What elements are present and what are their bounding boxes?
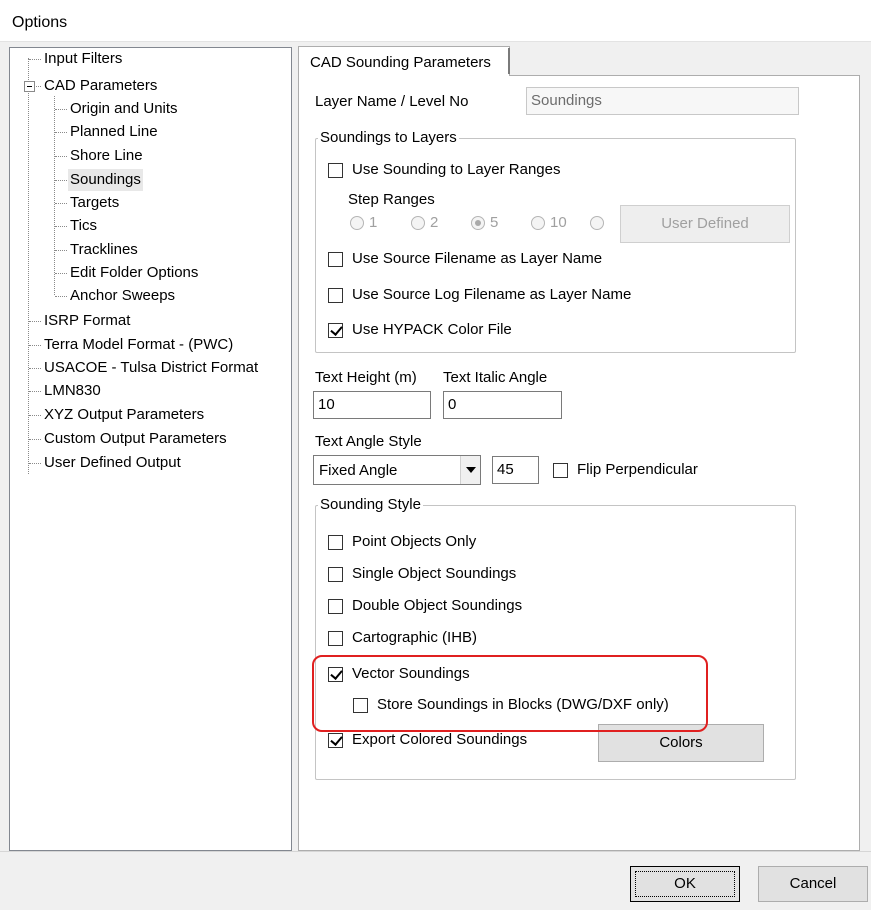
tree-item-tics[interactable]: Tics xyxy=(10,215,290,237)
tree-item-label: XYZ Output Parameters xyxy=(44,406,205,423)
vector-soundings-label: Vector Soundings xyxy=(352,665,470,682)
user-defined-button[interactable]: User Defined xyxy=(620,205,790,243)
tree-item-label: ISRP Format xyxy=(44,312,131,329)
vector-soundings-checkbox[interactable] xyxy=(328,667,343,682)
step-range-radio-2[interactable] xyxy=(411,216,425,230)
cartographic-label: Cartographic (IHB) xyxy=(352,629,478,646)
source-filename-label: Use Source Filename as Layer Name xyxy=(352,250,603,267)
store-blocks-checkbox[interactable] xyxy=(353,698,368,713)
hypack-color-label: Use HYPACK Color File xyxy=(352,321,512,338)
double-object-label: Double Object Soundings xyxy=(352,597,523,614)
text-height-field[interactable]: 10 xyxy=(313,391,431,419)
tree-item-label: Terra Model Format - (PWC) xyxy=(44,336,234,353)
tree-item-label: Shore Line xyxy=(70,147,143,164)
tree-item-terra-model-format[interactable]: Terra Model Format - (PWC) xyxy=(10,334,290,356)
tree-item-xyz-output[interactable]: XYZ Output Parameters xyxy=(10,404,290,426)
text-angle-style-value: Fixed Angle xyxy=(319,462,398,479)
point-objects-only-label: Point Objects Only xyxy=(352,533,477,550)
source-log-filename-label: Use Source Log Filename as Layer Name xyxy=(352,286,632,303)
single-object-label: Single Object Soundings xyxy=(352,565,517,582)
tree-item-label: Planned Line xyxy=(70,123,158,140)
tree-item-targets[interactable]: Targets xyxy=(10,192,290,214)
step-range-radio-10[interactable] xyxy=(531,216,545,230)
tree-item-input-filters[interactable]: Input Filters xyxy=(10,48,290,70)
tree-item-label: Targets xyxy=(70,194,120,211)
tree-item-anchor-sweeps[interactable]: Anchor Sweeps xyxy=(10,285,290,307)
tree-item-label: Soundings xyxy=(68,169,143,191)
tab-edge xyxy=(508,48,510,74)
angle-value-field[interactable]: 45 xyxy=(492,456,539,484)
double-object-checkbox[interactable] xyxy=(328,599,343,614)
text-italic-angle-label: Text Italic Angle xyxy=(443,369,548,386)
step-ranges-label: Step Ranges xyxy=(348,191,435,208)
layer-name-field[interactable]: Soundings xyxy=(526,87,799,115)
step-range-radio-1[interactable] xyxy=(350,216,364,230)
export-colored-checkbox[interactable] xyxy=(328,733,343,748)
point-objects-only-checkbox[interactable] xyxy=(328,535,343,550)
source-log-filename-checkbox[interactable] xyxy=(328,288,343,303)
tree-item-label: Tracklines xyxy=(70,241,138,258)
options-tree[interactable]: Input Filters CAD Parameters Origin and … xyxy=(9,47,292,851)
group-title-soundings-to-layers: Soundings to Layers xyxy=(318,129,459,146)
use-layer-ranges-checkbox[interactable] xyxy=(328,163,343,178)
tree-item-label: Origin and Units xyxy=(70,100,178,117)
tab-cad-sounding-parameters[interactable]: CAD Sounding Parameters xyxy=(298,46,510,76)
window-title: Options xyxy=(12,14,68,31)
tree-item-isrp-format[interactable]: ISRP Format xyxy=(10,310,290,332)
tree-item-label: USACOE - Tulsa District Format xyxy=(44,359,259,376)
tree-item-label: Custom Output Parameters xyxy=(44,430,227,447)
text-angle-style-label: Text Angle Style xyxy=(315,433,422,450)
tree-item-origin-and-units[interactable]: Origin and Units xyxy=(10,98,290,120)
step-range-label: 1 xyxy=(369,214,378,231)
tree-item-soundings[interactable]: Soundings xyxy=(10,169,290,191)
tree-item-custom-output[interactable]: Custom Output Parameters xyxy=(10,428,290,450)
tree-item-cad-parameters[interactable]: CAD Parameters xyxy=(10,75,290,97)
ok-button[interactable]: OK xyxy=(630,866,740,902)
cartographic-checkbox[interactable] xyxy=(328,631,343,646)
tree-item-tracklines[interactable]: Tracklines xyxy=(10,239,290,261)
flip-perpendicular-checkbox[interactable] xyxy=(553,463,568,478)
hypack-color-checkbox[interactable] xyxy=(328,323,343,338)
chevron-down-icon[interactable] xyxy=(460,456,480,484)
tree-item-lmn830[interactable]: LMN830 xyxy=(10,380,290,402)
use-layer-ranges-label: Use Sounding to Layer Ranges xyxy=(352,161,561,178)
tree-item-label: LMN830 xyxy=(44,382,101,399)
store-blocks-label: Store Soundings in Blocks (DWG/DXF only) xyxy=(377,696,669,713)
colors-button[interactable]: Colors xyxy=(598,724,764,762)
step-range-label: 10 xyxy=(550,214,567,231)
tree-item-user-defined-output[interactable]: User Defined Output xyxy=(10,452,290,474)
footer-divider xyxy=(0,851,871,852)
single-object-checkbox[interactable] xyxy=(328,567,343,582)
title-bar: Options xyxy=(0,0,871,42)
tab-label: CAD Sounding Parameters xyxy=(310,54,491,71)
step-range-label: 2 xyxy=(430,214,439,231)
tree-item-label: Edit Folder Options xyxy=(70,264,199,281)
cancel-button[interactable]: Cancel xyxy=(758,866,868,902)
step-range-radio-5[interactable] xyxy=(471,216,485,230)
text-angle-style-select[interactable]: Fixed Angle xyxy=(313,455,481,485)
flip-perpendicular-label: Flip Perpendicular xyxy=(577,461,698,478)
tree-item-label: Input Filters xyxy=(44,50,123,67)
tree-item-edit-folder-options[interactable]: Edit Folder Options xyxy=(10,262,290,284)
options-dialog: Options Input Filters CAD Parameters Ori… xyxy=(0,0,871,910)
tree-item-label: CAD Parameters xyxy=(44,77,158,94)
text-height-label: Text Height (m) xyxy=(315,369,417,386)
tree-item-label: Anchor Sweeps xyxy=(70,287,176,304)
text-italic-angle-field[interactable]: 0 xyxy=(443,391,562,419)
export-colored-label: Export Colored Soundings xyxy=(352,731,528,748)
step-range-radio-user[interactable] xyxy=(590,216,604,230)
tree-item-label: Tics xyxy=(70,217,97,234)
tree-item-usacoe-tulsa[interactable]: USACOE - Tulsa District Format xyxy=(10,357,290,379)
tree-item-label: User Defined Output xyxy=(44,454,181,471)
group-title-sounding-style: Sounding Style xyxy=(318,496,423,513)
source-filename-checkbox[interactable] xyxy=(328,252,343,267)
step-range-label: 5 xyxy=(490,214,499,231)
tree-item-planned-line[interactable]: Planned Line xyxy=(10,121,290,143)
tree-item-shore-line[interactable]: Shore Line xyxy=(10,145,290,167)
layer-name-label: Layer Name / Level No xyxy=(315,93,469,110)
